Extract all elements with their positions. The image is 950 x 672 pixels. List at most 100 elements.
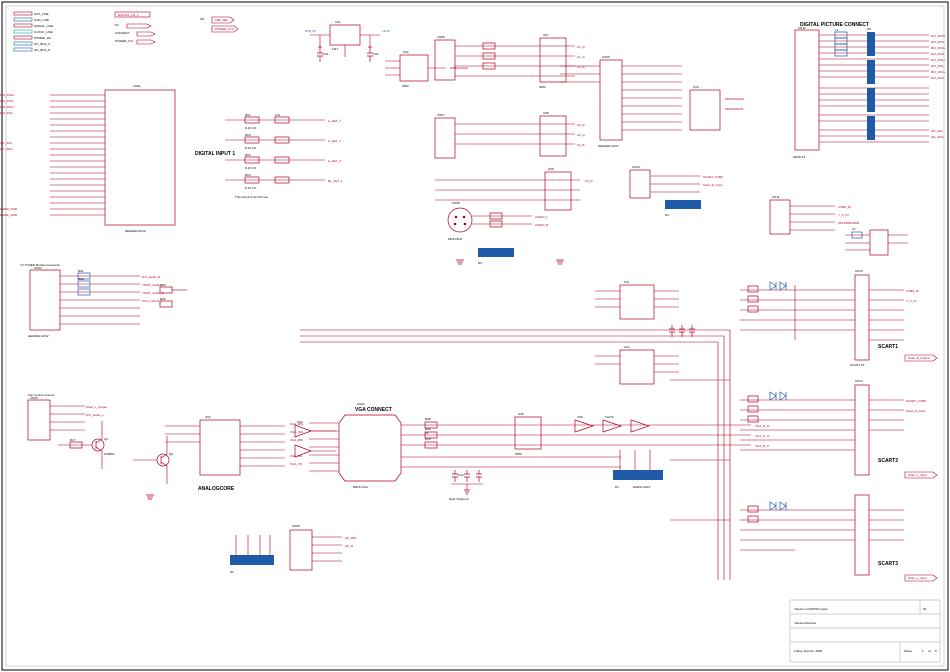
esd-vga: D1 ESDALC6V1	[613, 450, 663, 489]
svg-text:DVI_RX1-: DVI_RX1-	[0, 111, 14, 115]
svg-text:CN12: CN12	[798, 26, 806, 30]
svg-text:DVI_RX2-: DVI_RX2-	[931, 76, 945, 80]
svg-text:CONNECT: CONNECT	[115, 31, 130, 35]
svg-text:DVI_RX1+: DVI_RX1+	[0, 105, 15, 109]
svg-text:CN13: CN13	[855, 269, 863, 273]
svg-text:U11: U11	[624, 280, 630, 284]
svg-text:ANALOGCORE: ANALOGCORE	[198, 486, 235, 492]
svg-text:PWR2_GND: PWR2_GND	[0, 207, 18, 211]
svg-text:Q1: Q1	[104, 437, 108, 441]
svg-text:+3.3V: +3.3V	[382, 29, 390, 33]
svg-text:CN05: CN05	[292, 524, 300, 528]
svg-text:U06: U06	[577, 415, 583, 419]
svg-text:R02: R02	[78, 277, 84, 281]
fan-control: Fan control connect CN03 Scart_L_Output …	[28, 393, 173, 484]
svg-text:R23: R23	[245, 153, 251, 157]
svg-text:HIRES2OHM: HIRES2OHM	[450, 66, 468, 70]
svg-text:75: 75	[425, 431, 429, 435]
svg-text:U09: U09	[548, 167, 554, 171]
schematic-sheet: HOT_LINE GND_LINE SIGNAL_LINE CLOCK_LINE…	[0, 0, 950, 672]
svg-text:Scart_R_Input: Scart_R_Input	[703, 183, 722, 187]
svg-text:Y_C_IN: Y_C_IN	[838, 213, 849, 217]
svg-text:HEADER-10X2: HEADER-10X2	[28, 334, 49, 338]
svg-text:PBUS5OHM1: PBUS5OHM1	[725, 107, 744, 111]
svg-text:R09: R09	[425, 427, 431, 431]
svg-text:U05: U05	[518, 412, 524, 416]
svg-text:DVI_RX1+: DVI_RX1+	[931, 58, 946, 62]
svg-text:I2C_SDA: I2C_SDA	[0, 147, 13, 151]
svg-text:SCART-21: SCART-21	[850, 363, 865, 367]
analogcore: U03 ANALOGCORE U04	[165, 415, 336, 492]
svg-text:HP_DET: HP_DET	[345, 536, 357, 540]
svg-text:HEADER-10X2: HEADER-10X2	[598, 144, 619, 148]
svg-text:C11: C11	[275, 113, 281, 117]
svg-text:PULL_SCH1_I: PULL_SCH1_I	[142, 299, 162, 303]
svg-text:PWR1_GND: PWR1_GND	[0, 213, 18, 217]
svg-text:ESDALC6V1: ESDALC6V1	[633, 485, 651, 489]
audio-header: CN11 CVBS_IN Y_C_IN SOUND5OHM0	[770, 195, 860, 234]
svg-text:CN11: CN11	[772, 195, 780, 199]
svg-text:D5: D5	[867, 27, 871, 31]
svg-text:AUDIO_R: AUDIO_R	[535, 223, 549, 227]
svg-text:DIGITAL_CS_1: DIGITAL_CS_1	[118, 13, 139, 17]
svg-text:R10: R10	[425, 437, 431, 441]
svg-text:CLOCK_LINE: CLOCK_LINE	[34, 30, 53, 34]
svg-text:D4: D4	[665, 213, 669, 217]
power-reg-block: U01 1117 C01 C02 STB_5V +3.3V	[305, 20, 390, 62]
svg-text:VGA CONNECT: VGA CONNECT	[355, 407, 392, 413]
svg-text:4052: 4052	[515, 452, 522, 456]
svg-text:C2_R: C2_R	[577, 123, 586, 127]
svg-text:HOT_LINE: HOT_LINE	[34, 12, 49, 16]
svg-text:R24: R24	[245, 173, 251, 177]
svg-text:SCART3: SCART3	[878, 561, 898, 567]
hdmi-block: DIGITAL PICTURE CONNECT CN12 HDMI-19 L1 …	[793, 22, 946, 159]
svg-text:A_SET_3: A_SET_3	[328, 159, 341, 163]
svg-text:I2C_SCL: I2C_SCL	[931, 129, 944, 133]
svg-text:Scart_L_Output: Scart_L_Output	[86, 405, 107, 409]
svg-text:R05: R05	[160, 283, 166, 287]
svg-text:CN14: CN14	[855, 379, 863, 383]
svg-text:L5: L5	[852, 227, 856, 231]
svg-text:DVI_RXC+: DVI_RXC+	[931, 34, 946, 38]
svg-text:C2_G: C2_G	[577, 133, 586, 137]
svg-text:DVI_RXC-: DVI_RXC-	[931, 40, 945, 44]
svg-text:D1: D1	[615, 485, 619, 489]
tv-tuner: TV TUNER Module Connector CN02 HEADER-10…	[20, 263, 187, 338]
svg-text:1117: 1117	[332, 47, 339, 51]
legend-col-left: HOT_LINE GND_LINE SIGNAL_LINE CLOCK_LINE…	[14, 12, 53, 52]
svg-text:U02: U02	[403, 50, 409, 54]
dvi-wires	[50, 95, 105, 215]
legend-power-tags: I2V LED_SEL POWER_CT2	[200, 17, 238, 32]
svg-text:SOUND5OHM0: SOUND5OHM0	[838, 221, 860, 225]
svg-text:C12: C12	[458, 473, 464, 477]
svg-text:HP_R: HP_R	[345, 544, 354, 548]
svg-text:DVI_RX1-: DVI_RX1-	[931, 64, 945, 68]
svg-text:Scart_L_Input: Scart_L_Input	[908, 576, 927, 580]
svg-text:POWER_DC: POWER_DC	[34, 36, 52, 40]
svg-text:Scart_R_Input: Scart_R_Input	[906, 409, 925, 413]
svg-text:AUDIO_L: AUDIO_L	[535, 215, 548, 219]
svg-text:SCART_CVBS: SCART_CVBS	[906, 399, 926, 403]
svg-text:VGA_VS: VGA_VS	[290, 462, 302, 466]
svg-text:C3_R: C3_R	[585, 179, 594, 183]
svg-text:CN04: CN04	[357, 402, 365, 406]
midright-ics: U11 U12	[595, 280, 695, 384]
svg-text:CN03: CN03	[30, 396, 38, 400]
svg-text:SCART_CVBS: SCART_CVBS	[703, 175, 723, 179]
svg-text:DVI_RX0+: DVI_RX0+	[0, 93, 15, 97]
svg-text:8.1K 1%: 8.1K 1%	[245, 126, 257, 130]
svg-text:U10: U10	[693, 85, 699, 89]
svg-text:PBUS5OHM0: PBUS5OHM0	[725, 97, 744, 101]
svg-text:CN09: CN09	[602, 55, 610, 59]
svg-text:GND_LINE: GND_LINE	[34, 18, 49, 22]
svg-text:U08: U08	[543, 111, 549, 115]
title-block: Yakumo LCD/PDP Inputs 02 Yakumo/Suthree …	[790, 600, 940, 662]
svg-text:HEADER-20X2: HEADER-20X2	[125, 229, 146, 233]
svg-text:SCART2: SCART2	[878, 458, 898, 464]
svg-text:I2C_BUS_D: I2C_BUS_D	[34, 48, 51, 52]
scart1: CN13 SCART-21 SCART1 CVBS_IN Y_C_IN Scar…	[740, 269, 937, 367]
svg-text:DIGITAL INPUT 1: DIGITAL INPUT 1	[195, 151, 235, 157]
svideo: CN08 MINI-DIN4 AUDIO_L AUDIO_R D3	[448, 201, 549, 265]
svg-text:Friday, April 21, 2006: Friday, April 21, 2006	[794, 649, 822, 653]
svg-text:CN06: CN06	[437, 35, 445, 39]
